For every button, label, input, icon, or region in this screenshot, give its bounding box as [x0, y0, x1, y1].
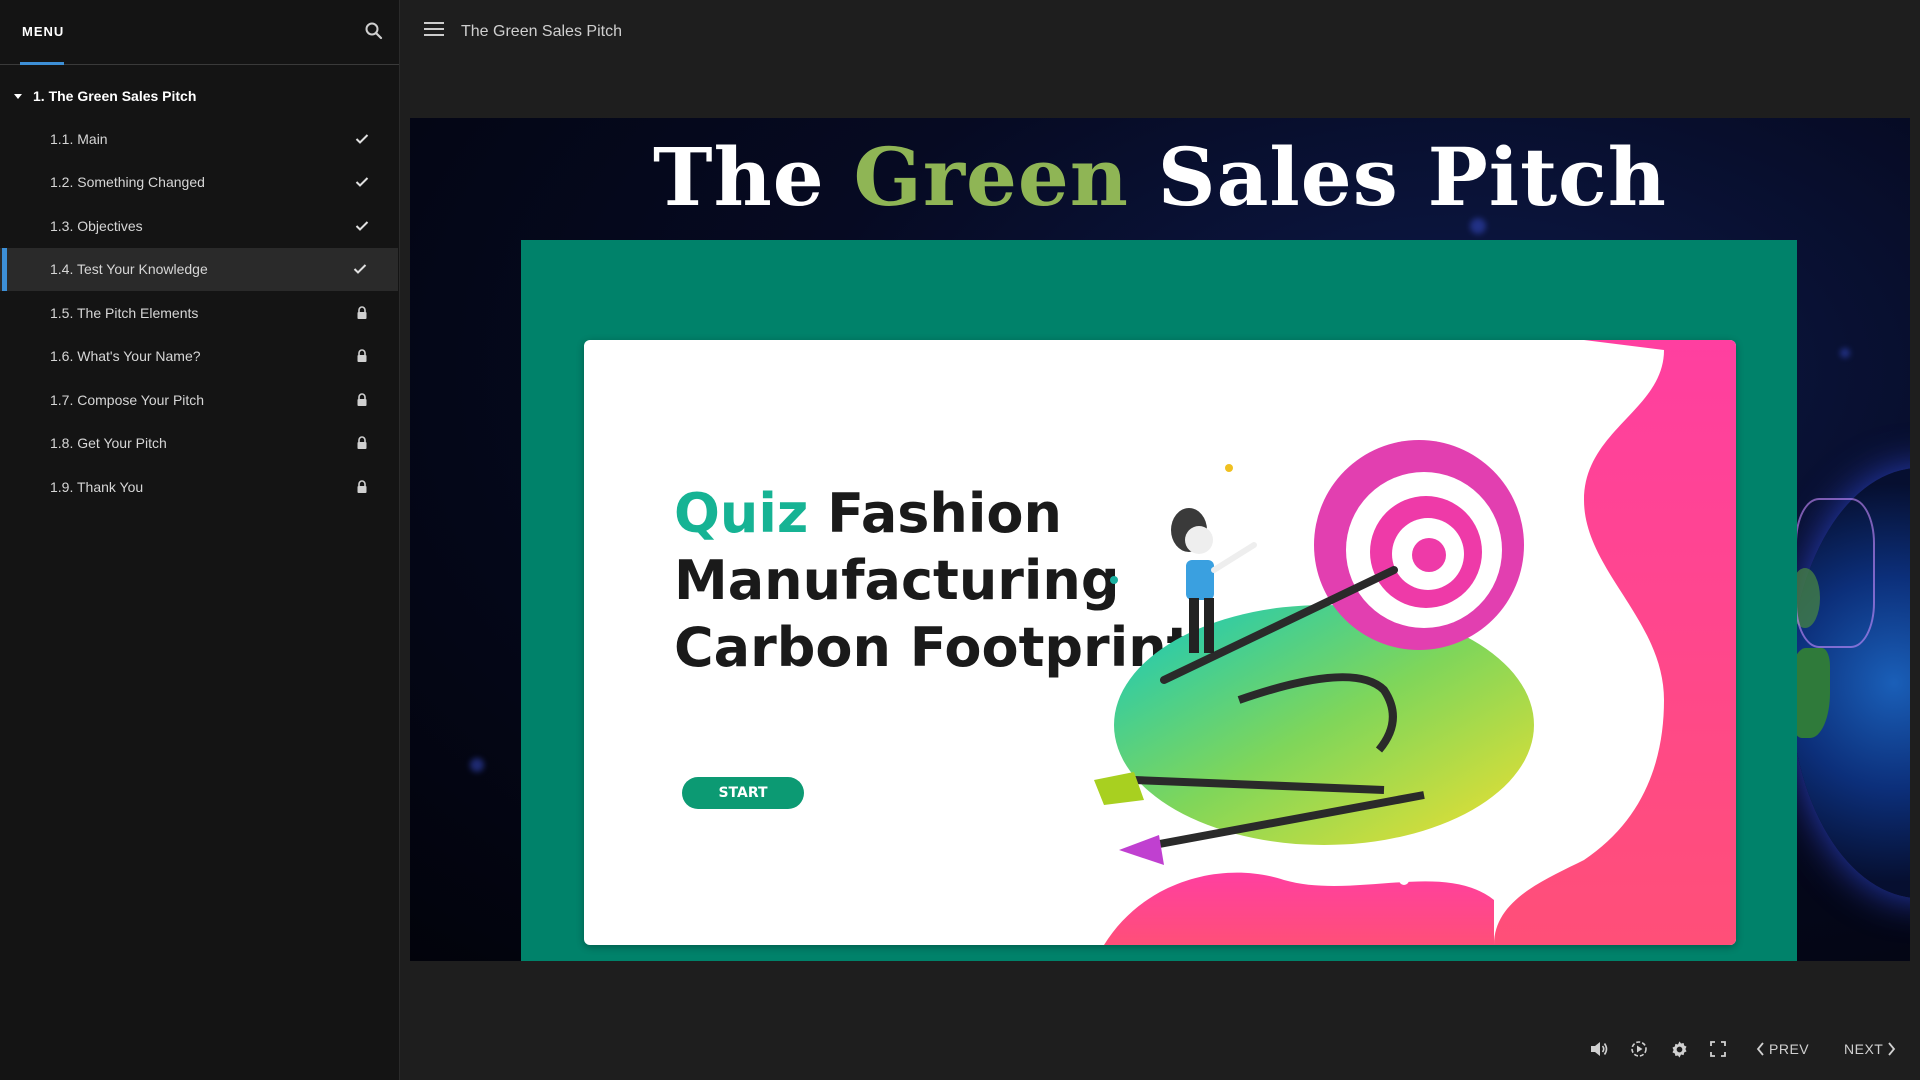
- lesson-item-get-your-pitch[interactable]: 1.8. Get Your Pitch: [0, 422, 400, 466]
- lesson-item-main[interactable]: 1.1. Main: [0, 117, 400, 161]
- title-text: Sales Pitch: [1128, 130, 1667, 224]
- lesson-item-thank-you[interactable]: 1.9. Thank You: [0, 465, 400, 509]
- lesson-item-pitch-elements[interactable]: 1.5. The Pitch Elements: [0, 291, 400, 335]
- lesson-label: 1.4. Test Your Knowledge: [50, 261, 208, 278]
- quiz-word: Quiz: [674, 482, 809, 545]
- space-glow: [1840, 348, 1850, 358]
- lesson-item-test-your-knowledge[interactable]: 1.4. Test Your Knowledge: [0, 247, 398, 291]
- lock-icon: [354, 305, 370, 321]
- playback-speed-icon[interactable]: [1628, 1038, 1650, 1060]
- next-button[interactable]: NEXT: [1844, 1038, 1896, 1060]
- slide-title: The Green Sales Pitch: [410, 130, 1910, 224]
- top-bar: The Green Sales Pitch: [400, 0, 1920, 65]
- prev-button[interactable]: PREV: [1756, 1038, 1809, 1060]
- lesson-label: 1.3. Objectives: [50, 217, 143, 234]
- lesson-label: 1.1. Main: [50, 130, 108, 147]
- menu-tab-indicator: [20, 62, 64, 65]
- title-text: The: [653, 130, 854, 224]
- lesson-list: 1.1. Main 1.2. Something Changed 1.3. Ob…: [0, 117, 400, 509]
- sidebar-menu: MENU 1. The Green Sales Pitch 1.1. Main …: [0, 0, 400, 1080]
- settings-gear-icon[interactable]: [1668, 1038, 1690, 1060]
- lock-icon: [354, 435, 370, 451]
- fullscreen-icon[interactable]: [1707, 1038, 1729, 1060]
- lesson-label: 1.2. Something Changed: [50, 174, 205, 191]
- quiz-card: Quiz Fashion Manufacturing Carbon Footpr…: [584, 340, 1736, 945]
- search-icon[interactable]: [363, 20, 385, 42]
- section-title: 1. The Green Sales Pitch: [33, 88, 197, 104]
- lesson-item-whats-your-name[interactable]: 1.6. What's Your Name?: [0, 335, 400, 379]
- globe-graphic: [1790, 468, 1910, 898]
- lesson-label: 1.5. The Pitch Elements: [50, 304, 199, 321]
- space-glow: [470, 758, 484, 772]
- sidebar-header: MENU: [0, 0, 399, 65]
- globe-grid: [1795, 498, 1875, 648]
- next-label: NEXT: [1844, 1041, 1884, 1057]
- caret-down-icon: [12, 90, 24, 102]
- quiz-frame: Quiz Fashion Manufacturing Carbon Footpr…: [521, 240, 1797, 961]
- prev-label: PREV: [1769, 1041, 1810, 1057]
- player-controls: PREV NEXT: [1580, 1030, 1920, 1066]
- checkmark-icon: [354, 131, 370, 147]
- lock-icon: [354, 479, 370, 495]
- menu-tab[interactable]: MENU: [22, 24, 64, 39]
- lesson-label: 1.7. Compose Your Pitch: [50, 391, 205, 408]
- slide-canvas: The Green Sales Pitch Quiz Fashion Manuf…: [410, 118, 1910, 961]
- target-archery-illustration: [1094, 340, 1736, 945]
- lesson-item-something-changed[interactable]: 1.2. Something Changed: [0, 161, 400, 205]
- volume-icon[interactable]: [1588, 1038, 1610, 1060]
- lesson-label: 1.9. Thank You: [50, 478, 144, 495]
- chevron-right-icon: [1888, 1042, 1896, 1056]
- lesson-item-compose-your-pitch[interactable]: 1.7. Compose Your Pitch: [0, 378, 400, 422]
- hamburger-menu-icon[interactable]: [424, 22, 444, 42]
- start-button[interactable]: START: [682, 777, 804, 809]
- lock-icon: [354, 348, 370, 364]
- lesson-item-objectives[interactable]: 1.3. Objectives: [0, 204, 400, 248]
- checkmark-icon: [352, 261, 368, 277]
- chevron-left-icon: [1756, 1042, 1764, 1056]
- lesson-label: 1.6. What's Your Name?: [50, 348, 201, 365]
- lock-icon: [354, 392, 370, 408]
- course-title: The Green Sales Pitch: [461, 23, 622, 40]
- checkmark-icon: [354, 218, 370, 234]
- lesson-label: 1.8. Get Your Pitch: [50, 435, 167, 452]
- checkmark-icon: [354, 174, 370, 190]
- section-toggle[interactable]: 1. The Green Sales Pitch: [0, 80, 400, 112]
- title-green-text: Green: [853, 130, 1129, 224]
